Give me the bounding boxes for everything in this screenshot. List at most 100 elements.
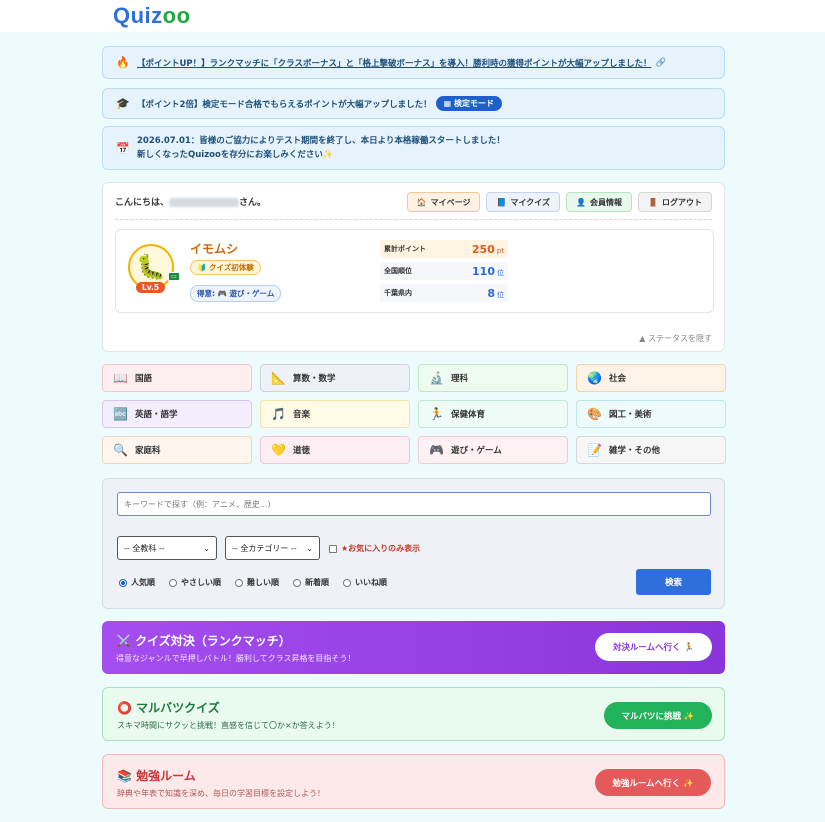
ranked-title: ⚔️ クイズ対決（ランクマッチ） [116,632,291,649]
maru-title: ⭕ マルバツクイズ [117,699,220,716]
stat-total-points: 累計ポイント 250 pt [380,240,508,258]
maru-batsu-banner[interactable]: ⭕ マルバツクイズ スキマ時間にサクッと挑戦！直感を信じて〇か×か答えよう！ マ… [102,687,725,741]
logout-button[interactable]: 🚪 ログアウト [638,192,712,212]
sort-radio[interactable] [235,578,243,587]
study-room-banner[interactable]: 📚 勉強ルーム 辞典や年表で知識を深め、毎日の学習目標を設定しよう！ 勉強ルーム… [102,754,725,809]
sort-option[interactable]: 難しい順 [235,577,279,588]
subject-icon: 🎨 [587,407,602,421]
subject-label: 道徳 [293,446,311,456]
exam-mode-button[interactable]: ▦ 検定モード [435,96,503,111]
search-button[interactable]: 検索 [636,569,711,595]
sort-label: 難しい順 [247,578,279,587]
subject-button[interactable]: 🔬 理科 [418,364,568,392]
stat-value: 110 [472,264,495,278]
ranked-match-banner[interactable]: ⚔️ クイズ対決（ランクマッチ） 得意なジャンルで早押しバトル！勝利してクラス昇… [102,621,725,674]
hide-status-toggle[interactable]: ▲ ステータスを隠す [639,333,712,344]
category-select[interactable]: -- 全カテゴリー -- ⌄ [225,536,320,560]
study-room-button[interactable]: 勉強ルームへ行く ✨ [595,769,711,796]
sort-option[interactable]: いいね順 [343,577,387,588]
member-info-button[interactable]: 👤 会員情報 [566,192,633,212]
subject-button[interactable]: 📖 国語 [102,364,252,392]
stat-unit: pt [496,246,504,255]
subject-button[interactable]: 🔍 家庭科 [102,436,252,464]
keyword-search-input[interactable] [117,492,711,516]
sort-label: 新着順 [305,578,329,587]
exam-icon: ▦ [443,99,452,108]
ranked-desc: 得意なジャンルで早押しバトル！勝利してクラス昇格を目指そう！ [116,654,356,663]
logo-text-green: oo [162,3,191,28]
study-title-text: 勉強ルーム [136,769,196,783]
fire-icon: 🔥 [116,56,130,69]
maru-challenge-button[interactable]: マルバツに挑戦 ✨ [604,702,712,729]
sort-radio[interactable] [169,578,177,587]
sort-option[interactable]: 人気順 [119,577,155,588]
member-info-label: 会員情報 [590,197,623,207]
top-bar: Quizoo [0,0,825,32]
subject-button[interactable]: 🎮 遊び・ゲーム [418,436,568,464]
notice-double-points-text: 【ポイント2倍】検定モード合格でもらえるポイントが大幅アップしました！ [137,99,432,110]
sort-option[interactable]: やさしい順 [169,577,221,588]
logout-label: ログアウト [662,197,702,207]
sort-options: 人気順 やさしい順 難しい順 新着順 いいね順 [119,577,387,588]
logo[interactable]: Quizoo [113,3,191,29]
swords-icon: ⚔️ [116,634,131,648]
study-desc: 辞典や年表で知識を深め、毎日の学習目標を設定しよう！ [117,789,325,798]
subject-button[interactable]: 💛 道徳 [260,436,410,464]
subject-label: 国語 [135,374,153,384]
subject-label: 図工・美術 [609,410,652,420]
sort-option[interactable]: 新着順 [293,577,329,588]
search-panel: -- 全教科 -- ⌄ -- 全カテゴリー -- ⌄ ★お気に入りのみ表示 人気順 や… [102,478,725,609]
subject-label: 社会 [609,374,627,384]
subject-select[interactable]: -- 全教科 -- ⌄ [117,536,217,560]
subject-button[interactable]: 📝 雑学・その他 [576,436,726,464]
notice-double-points: 🎓 【ポイント2倍】検定モード合格でもらえるポイントが大幅アップしました！ ▦ … [102,88,725,119]
subject-icon: 🎵 [271,407,286,421]
subject-button[interactable]: 🎵 音楽 [260,400,410,428]
subject-button[interactable]: 🌏 社会 [576,364,726,392]
character-name: イモムシ [190,242,239,256]
mypage-button[interactable]: 🏠 マイページ [406,192,481,212]
flag-icon: ▭ [168,272,180,281]
sort-label: 人気順 [131,578,155,587]
subject-icon: 📖 [113,371,128,385]
category-select-value: -- 全カテゴリー -- [232,543,297,553]
circle-icon: ⭕ [117,701,132,715]
maru-title-text: マルバツクイズ [136,701,220,715]
stats-table: 累計ポイント 250 pt 全国順位 110 位 千葉県内 8位 [380,240,508,306]
subject-button[interactable]: 🔤 英語・語学 [102,400,252,428]
my-quiz-button[interactable]: 📘 マイクイズ [486,192,561,212]
subject-button[interactable]: 🎨 図工・美術 [576,400,726,428]
subject-select-value: -- 全教科 -- [124,543,165,553]
door-icon: 🚪 [648,197,658,207]
sort-radio[interactable] [343,578,351,587]
subject-label: 音楽 [293,410,311,420]
ranked-room-button[interactable]: 対決ルームへ行く 🏃 [595,633,712,661]
favorites-checkbox[interactable] [329,544,337,553]
stat-unit: 位 [497,290,504,299]
subject-icon: 🎮 [429,443,444,457]
subject-button[interactable]: 📐 算数・数学 [260,364,410,392]
notice-point-up-link[interactable]: 【ポイントUP！】ランクマッチに「クラスボーナス」と「格上撃破ボーナス」を導入！… [137,57,651,69]
subject-button[interactable]: 🏃 保健体育 [418,400,568,428]
notice-launch-line2: 新しくなったQuizooを存分にお楽しみください✨ [137,150,334,160]
book-icon: 📘 [496,197,507,207]
subject-label: 算数・数学 [293,374,336,384]
subject-icon: 🔤 [113,407,128,421]
user-icon: 👤 [576,197,587,207]
subject-icon: 💛 [271,443,286,457]
my-quiz-label: マイクイズ [510,197,551,207]
rank-badge: 🔰 クイズ初体験 [190,260,261,275]
subject-icon: 📐 [271,371,286,385]
mypage-label: マイページ [430,197,471,207]
greeting: こんにちは、 さん。 [115,195,266,208]
sort-radio[interactable] [119,578,127,587]
subject-icon: 📝 [587,443,602,457]
stat-label: 累計ポイント [384,245,426,253]
sort-radio[interactable] [293,578,301,587]
stat-value: 250 [471,242,495,256]
graduation-cap-icon: 🎓 [116,97,130,110]
notice-point-up: 🔥 【ポイントUP！】ランクマッチに「クラスボーナス」と「格上撃破ボーナス」を導… [102,46,725,79]
favorites-only-toggle[interactable]: ★お気に入りのみ表示 [329,543,420,554]
favorite-genre-badge: 得意: 🎮 遊び・ゲーム [190,285,282,302]
sort-label: いいね順 [355,578,387,587]
